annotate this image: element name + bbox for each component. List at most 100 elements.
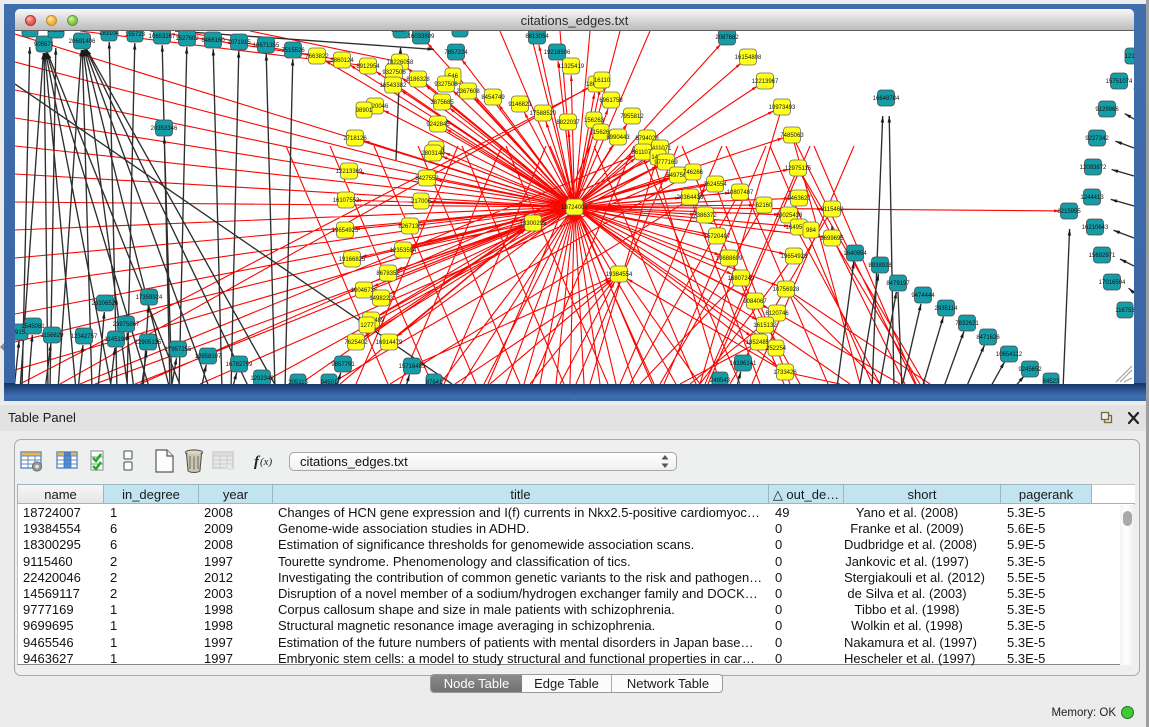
svg-text:9245652: 9245652 <box>1018 367 1042 373</box>
svg-text:16815: 16815 <box>22 31 39 33</box>
svg-text:116753: 116753 <box>1115 308 1134 314</box>
svg-text:16033809: 16033809 <box>408 34 435 40</box>
svg-text:9777169: 9777169 <box>654 160 678 166</box>
svg-text:16782759: 16782759 <box>226 362 253 368</box>
svg-text:12353594: 12353594 <box>390 248 417 254</box>
svg-text:16110: 16110 <box>594 78 611 84</box>
svg-text:156263: 156263 <box>584 118 605 124</box>
svg-text:10756928: 10756928 <box>773 287 800 293</box>
svg-text:7386372: 7386372 <box>693 213 717 219</box>
svg-text:10654112: 10654112 <box>996 352 1023 358</box>
svg-text:217006: 217006 <box>411 199 432 205</box>
svg-text:8990443: 8990443 <box>606 135 630 141</box>
svg-text:9699695: 9699695 <box>820 236 844 242</box>
svg-text:2367608: 2367608 <box>456 89 480 95</box>
svg-text:12093872: 12093872 <box>1080 165 1107 171</box>
svg-text:94501: 94501 <box>321 380 338 384</box>
svg-text:12975115: 12975115 <box>785 166 812 172</box>
svg-text:12213369: 12213369 <box>336 169 363 175</box>
svg-text:18807249: 18807249 <box>728 276 755 282</box>
svg-text:1292348: 1292348 <box>250 376 274 382</box>
svg-text:17588520: 17588520 <box>530 111 557 117</box>
svg-text:9227342: 9227342 <box>1085 136 1109 142</box>
svg-text:16154808: 16154808 <box>735 55 762 61</box>
svg-text:19166825: 19166825 <box>339 257 366 263</box>
svg-text:10958107: 10958107 <box>195 354 222 360</box>
svg-text:249543: 249543 <box>710 378 731 384</box>
svg-text:8427552: 8427552 <box>415 176 439 182</box>
svg-text:1071915: 1071915 <box>227 40 251 46</box>
svg-text:155723: 155723 <box>125 32 146 38</box>
svg-text:2935114: 2935114 <box>935 306 959 312</box>
svg-text:17016504: 17016504 <box>1099 280 1126 286</box>
svg-text:11325419: 11325419 <box>558 64 585 70</box>
svg-text:8267130: 8267130 <box>398 224 422 230</box>
svg-text:7485063: 7485063 <box>780 133 804 139</box>
svg-text:10973493: 10973493 <box>769 105 796 111</box>
svg-text:62160: 62160 <box>756 203 773 209</box>
svg-text:12905135: 12905135 <box>135 340 162 346</box>
svg-text:9327506: 9327506 <box>382 70 406 76</box>
svg-text:17957255: 17957255 <box>165 347 192 353</box>
svg-text:3624554: 3624554 <box>703 182 727 188</box>
svg-text:20206526: 20206526 <box>92 301 119 307</box>
svg-text:16107552: 16107552 <box>333 198 360 204</box>
svg-text:905571: 905571 <box>34 42 55 48</box>
svg-text:10671355: 10671355 <box>253 43 280 49</box>
svg-text:7515526: 7515526 <box>281 48 305 54</box>
svg-text:1145194: 1145194 <box>105 337 129 343</box>
svg-text:9084067: 9084067 <box>743 299 767 305</box>
svg-text:8454749: 8454749 <box>481 95 505 101</box>
svg-text:8822037: 8822037 <box>556 120 580 126</box>
svg-text:8860124: 8860124 <box>330 58 354 64</box>
svg-text:7625402: 7625402 <box>344 340 368 346</box>
svg-text:1545081: 1545081 <box>21 324 45 330</box>
svg-text:10807487: 10807487 <box>727 190 754 196</box>
svg-text:20364436: 20364436 <box>677 195 704 201</box>
svg-text:7955812: 7955812 <box>620 114 644 120</box>
svg-text:12213967: 12213967 <box>752 79 779 85</box>
svg-text:10688609: 10688609 <box>716 256 743 262</box>
svg-text:9146821: 9146821 <box>508 102 532 108</box>
svg-text:9463627: 9463627 <box>787 196 811 202</box>
svg-text:15751074: 15751074 <box>1106 79 1133 85</box>
svg-text:8215955: 8215955 <box>1057 209 1081 215</box>
svg-text:1615132: 1615132 <box>753 323 777 329</box>
svg-text:1640954: 1640954 <box>843 251 867 257</box>
svg-text:6961758: 6961758 <box>599 98 623 104</box>
svg-text:1498222: 1498222 <box>369 296 393 302</box>
svg-text:23975867: 23975867 <box>113 322 140 328</box>
svg-text:8479197: 8479197 <box>886 281 910 287</box>
svg-text:9115460: 9115460 <box>821 207 845 213</box>
svg-text:1244413: 1244413 <box>1080 195 1104 201</box>
svg-text:9857791: 9857791 <box>331 362 355 368</box>
svg-text:16648784: 16648784 <box>873 96 900 102</box>
svg-text:2803144: 2803144 <box>421 151 445 157</box>
svg-text:8813054: 8813054 <box>525 34 549 40</box>
svg-text:16196141: 16196141 <box>730 361 757 367</box>
svg-text:17359924: 17359924 <box>136 295 163 301</box>
svg-text:746266: 746266 <box>683 170 704 176</box>
svg-text:84523: 84523 <box>1043 379 1060 384</box>
svg-text:2087682: 2087682 <box>715 35 739 41</box>
svg-text:1733426: 1733426 <box>773 370 797 376</box>
svg-text:19384554: 19384554 <box>606 272 633 278</box>
svg-text:9242845: 9242845 <box>426 122 450 128</box>
svg-text:7832621: 7832621 <box>955 321 979 327</box>
svg-text:10653267: 10653267 <box>149 34 176 40</box>
svg-text:8912954: 8912954 <box>356 64 380 70</box>
svg-text:9474444: 9474444 <box>911 293 935 299</box>
svg-text:1527602: 1527602 <box>175 36 199 42</box>
svg-text:7857224: 7857224 <box>444 50 468 56</box>
svg-text:19654923: 19654923 <box>781 254 808 260</box>
svg-text:12121: 12121 <box>1125 54 1134 60</box>
svg-text:252254: 252254 <box>766 346 787 352</box>
svg-text:8186328: 8186328 <box>406 77 430 83</box>
svg-text:6466160: 6466160 <box>201 38 225 44</box>
svg-text:18300295: 18300295 <box>520 221 547 227</box>
svg-text:19218506: 19218506 <box>544 50 571 56</box>
svg-text:15716485: 15716485 <box>399 364 426 370</box>
svg-text:183104: 183104 <box>99 31 120 37</box>
svg-text:9327508: 9327508 <box>434 82 458 88</box>
svg-text:1156829: 1156829 <box>41 333 65 339</box>
